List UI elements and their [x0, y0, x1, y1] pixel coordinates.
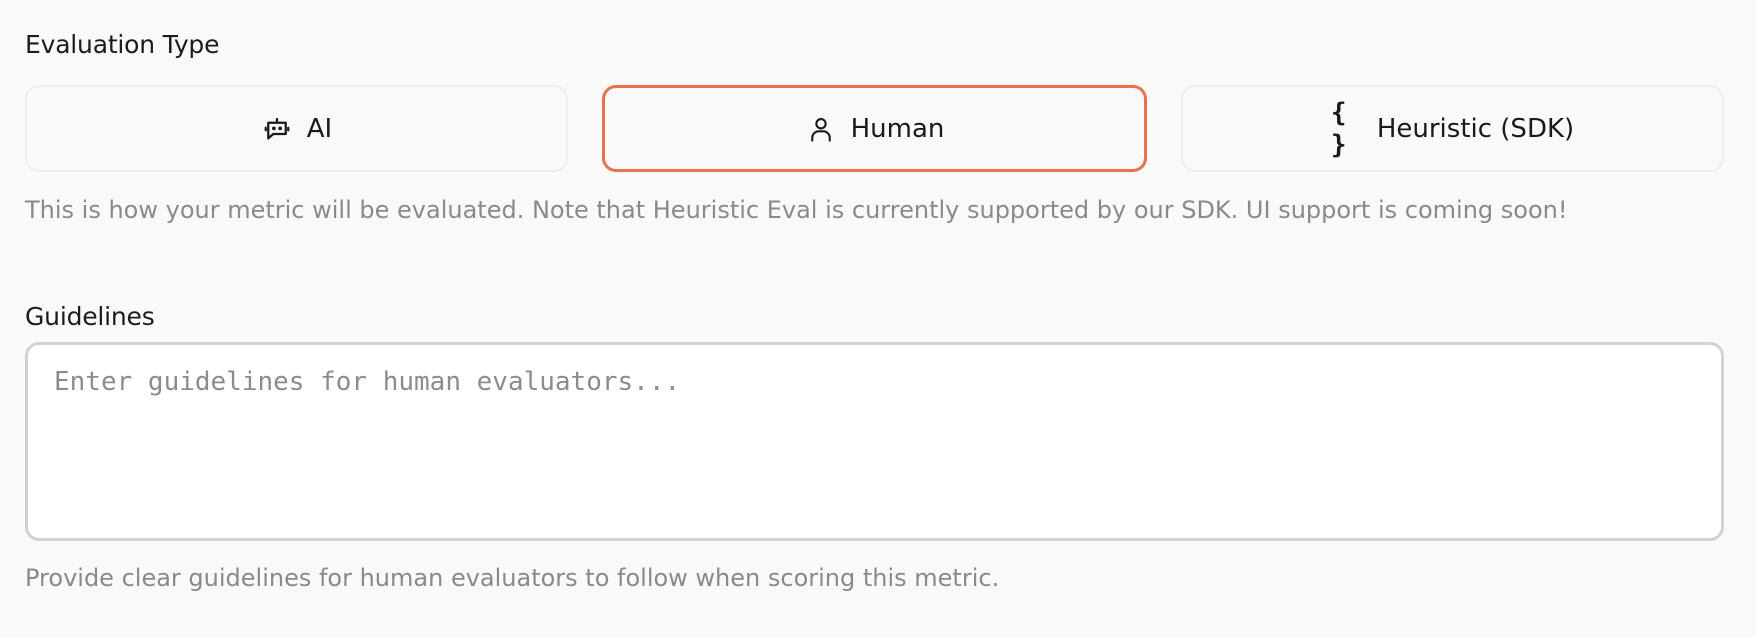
evaluation-type-human-label: Human: [850, 113, 945, 144]
evaluation-type-heuristic-label: Heuristic (SDK): [1376, 113, 1575, 144]
bot-icon: [261, 113, 293, 145]
evaluation-type-human-button[interactable]: Human: [602, 85, 1147, 172]
guidelines-textarea[interactable]: [25, 342, 1724, 541]
guidelines-help-text: Provide clear guidelines for human evalu…: [25, 564, 1000, 592]
evaluation-type-label: Evaluation Type: [25, 30, 220, 59]
evaluation-type-options: AI Human { } Heuristic (SDK): [25, 85, 1724, 172]
braces-icon: { }: [1330, 97, 1349, 160]
user-icon: [805, 113, 837, 145]
evaluation-type-ai-button[interactable]: AI: [25, 85, 568, 172]
guidelines-label: Guidelines: [25, 302, 155, 331]
evaluation-type-help-text: This is how your metric will be evaluate…: [25, 196, 1568, 224]
evaluation-type-heuristic-button[interactable]: { } Heuristic (SDK): [1181, 85, 1724, 172]
evaluation-type-ai-label: AI: [306, 113, 333, 144]
